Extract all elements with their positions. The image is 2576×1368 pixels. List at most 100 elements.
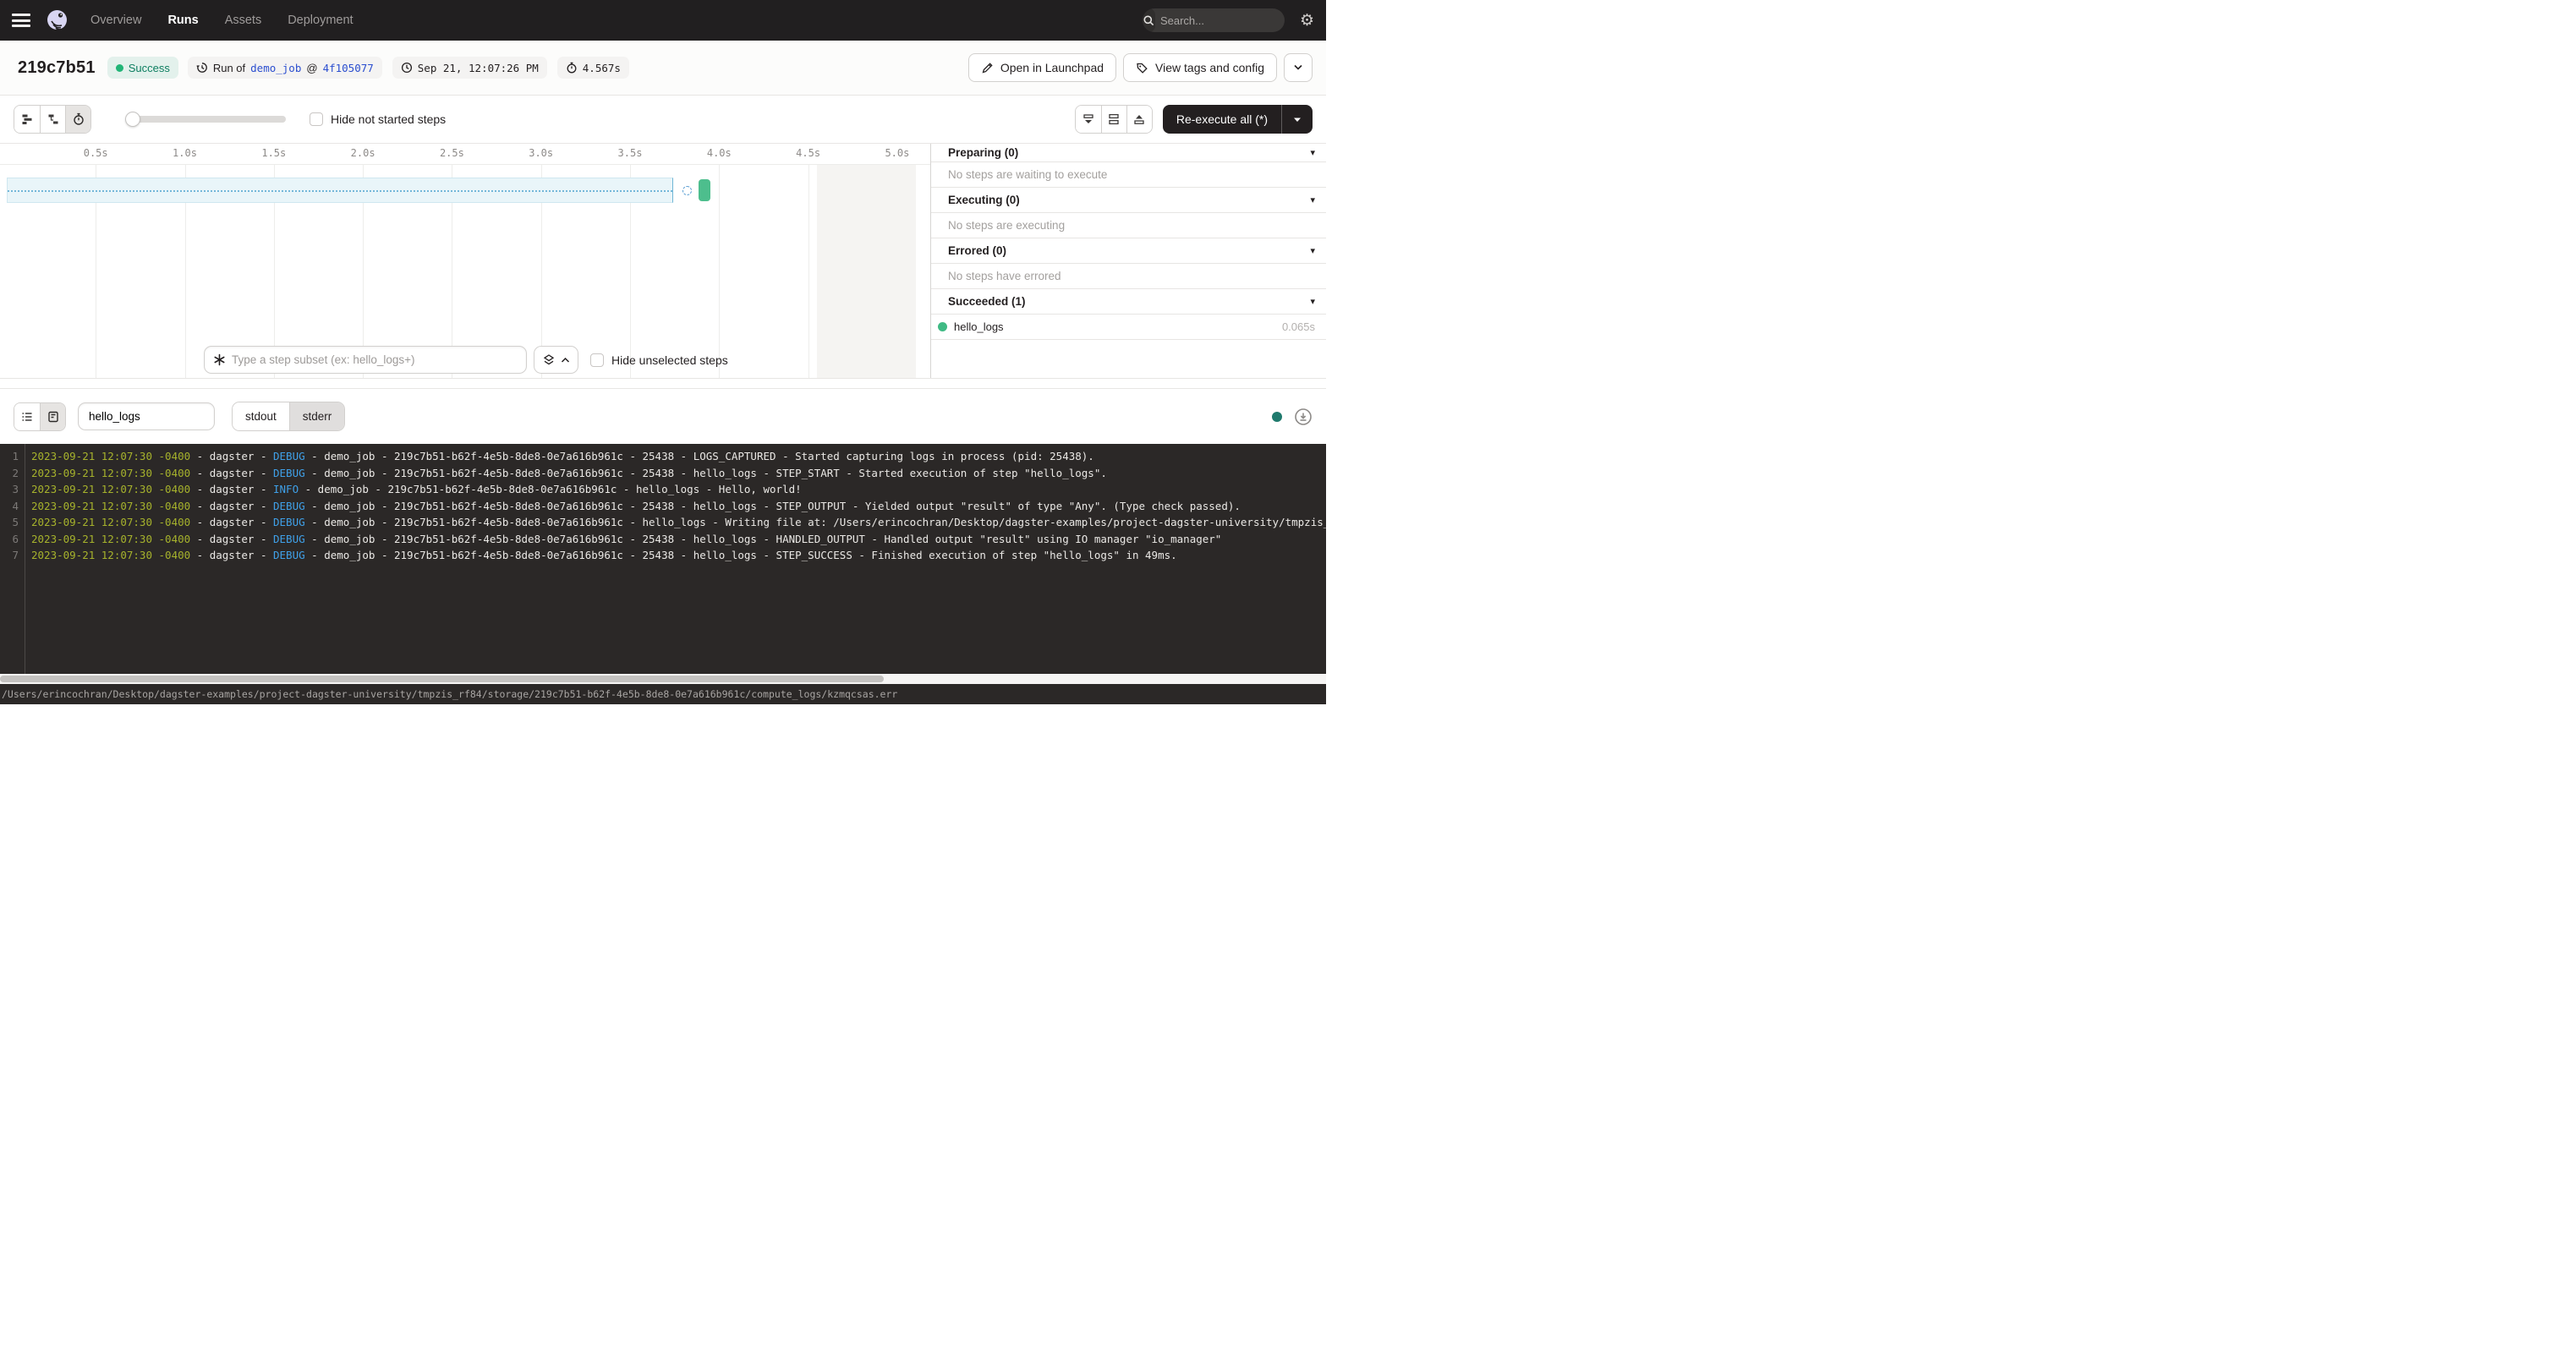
log-message: - demo_job - 219c7b51-b62f-4e5b-8de8-0e7… [299, 483, 802, 495]
flat-view-icon [20, 112, 34, 126]
hamburger-menu-icon[interactable] [12, 14, 30, 27]
slider-knob[interactable] [125, 112, 140, 127]
panel-section-title: Errored (0) [948, 244, 1006, 257]
log-separator: - dagster - [190, 500, 273, 512]
run-of-tag: Run of demo_job @ 4f105077 [188, 57, 382, 79]
gantt-timed-view-button[interactable] [65, 106, 90, 133]
panel-section-header[interactable]: Preparing (0)▾ [931, 144, 1326, 162]
log-line-text: 2023-09-21 12:07:30 -0400 - dagster - DE… [19, 547, 1177, 564]
log-message: - demo_job - 219c7b51-b62f-4e5b-8de8-0e7… [305, 549, 1177, 561]
log-level: DEBUG [273, 500, 305, 512]
run-header: 219c7b51 Success Run of demo_job @ 4f105… [0, 41, 1326, 96]
log-level: INFO [273, 483, 299, 495]
hide-not-started-checkbox-row[interactable]: Hide not started steps [310, 112, 446, 126]
expand-bottom-panel-button[interactable] [1126, 106, 1152, 133]
panel-section-header[interactable]: Errored (0) ▾ [931, 238, 1326, 264]
nav-item-runs[interactable]: Runs [167, 14, 198, 27]
caret-down-icon[interactable]: ▾ [1310, 296, 1315, 307]
panel-section-header[interactable]: Succeeded (1)▾ [931, 289, 1326, 315]
op-selector-icon [213, 353, 226, 366]
history-icon [196, 62, 208, 74]
log-line-number: 4 [0, 498, 19, 515]
download-log-button[interactable] [1294, 408, 1313, 426]
pencil-icon [981, 62, 994, 74]
dagster-logo-icon[interactable] [46, 9, 69, 32]
tab-stdout[interactable]: stdout [233, 402, 289, 430]
view-tags-config-button[interactable]: View tags and config [1123, 53, 1277, 82]
structured-log-view-button[interactable] [14, 403, 40, 430]
horizontal-scrollbar [0, 674, 1326, 684]
panel-section-header[interactable]: Executing (0)▾ [931, 188, 1326, 213]
log-message: - demo_job - 219c7b51-b62f-4e5b-8de8-0e7… [305, 467, 1107, 479]
top-nav: Overview Runs Assets Deployment / ⚙ [0, 0, 1326, 41]
log-line: 32023-09-21 12:07:30 -0400 - dagster - I… [0, 481, 1326, 498]
gantt-step-bar-hello-logs[interactable] [699, 179, 710, 201]
log-line-number: 3 [0, 481, 19, 498]
hide-not-started-checkbox[interactable] [310, 112, 323, 126]
step-success-dot-icon [938, 322, 947, 331]
at-symbol: @ [306, 62, 317, 74]
settings-gear-icon[interactable]: ⚙ [1300, 13, 1314, 29]
more-actions-button[interactable] [1284, 53, 1313, 82]
step-subset-input[interactable] [226, 353, 518, 366]
commit-link[interactable]: 4f105077 [323, 62, 374, 74]
horizontal-scrollbar-thumb[interactable] [0, 676, 884, 682]
stopwatch-icon [566, 62, 578, 74]
log-timestamp: 2023-09-21 12:07:30 -0400 [31, 500, 190, 512]
duration-value: 4.567s [583, 62, 621, 74]
log-line-number: 1 [0, 448, 19, 465]
step-status-panel: Preparing (0)▾No steps are waiting to ex… [930, 144, 1326, 378]
caret-down-icon[interactable]: ▾ [1310, 147, 1315, 158]
log-line: 4 2023-09-21 12:07:30 -0400 - dagster - D… [0, 498, 1326, 515]
nav-item-assets[interactable]: Assets [225, 14, 262, 27]
panel-empty-message: No steps have errored [931, 264, 1326, 289]
reexecute-options-button[interactable] [1282, 117, 1313, 123]
nav-item-overview[interactable]: Overview [90, 14, 141, 27]
raw-log-view-button[interactable] [40, 403, 65, 430]
split-panels-icon [1107, 112, 1121, 126]
panel-empty-message: No steps are executing [931, 213, 1326, 238]
hide-unselected-label: Hide unselected steps [611, 353, 728, 367]
gantt-time-axis: 0.5s1.0s1.5s2.0s2.5s3.0s3.5s4.0s4.5s5.0s [0, 144, 930, 165]
log-line-text: 2023-09-21 12:07:30 -0400 - dagster - IN… [19, 481, 802, 498]
nav-item-deployment[interactable]: Deployment [288, 14, 353, 27]
log-separator: - dagster - [190, 483, 273, 495]
waterfall-view-icon [47, 112, 60, 126]
axis-tick-label: 0.5s [84, 147, 108, 159]
gantt-dotted-line [8, 190, 672, 192]
clock-icon [401, 62, 413, 74]
search-input[interactable] [1155, 14, 1285, 27]
search-icon [1143, 8, 1155, 32]
list-view-icon [20, 410, 34, 424]
log-line: 52023-09-21 12:07:30 -0400 - dagster - D… [0, 514, 1326, 531]
caret-down-icon[interactable]: ▾ [1310, 245, 1315, 256]
job-name-link[interactable]: demo_job [250, 62, 301, 74]
collapse-bottom-panel-button[interactable] [1076, 106, 1101, 133]
hide-unselected-checkbox-row[interactable]: Hide unselected steps [590, 353, 728, 367]
log-line-number: 6 [0, 531, 19, 548]
caret-down-icon[interactable]: ▾ [1310, 194, 1315, 205]
open-in-launchpad-button[interactable]: Open in Launchpad [968, 53, 1116, 82]
split-panels-button[interactable] [1101, 106, 1126, 133]
panel-splitter-handle[interactable] [0, 379, 1326, 389]
tab-stderr[interactable]: stderr [289, 402, 345, 430]
gantt-flat-view-button[interactable] [14, 106, 40, 133]
gantt-end-strip [817, 165, 916, 378]
status-dot-icon [116, 64, 123, 72]
axis-tick-label: 3.5s [618, 147, 643, 159]
gantt-waterfall-view-button[interactable] [40, 106, 65, 133]
panel-step-row[interactable]: hello_logs0.065s [931, 315, 1326, 340]
log-line-number: 2 [0, 465, 19, 482]
step-name: hello_logs [954, 320, 1004, 333]
hide-unselected-checkbox[interactable] [590, 353, 604, 367]
log-step-filter-input[interactable] [78, 402, 215, 430]
gantt-toolbar: Hide not started steps Re-execute all (*… [0, 96, 1326, 144]
reexecute-all-button[interactable]: Re-execute all (*) [1163, 112, 1281, 126]
axis-tick-label: 3.0s [529, 147, 553, 159]
search-box[interactable]: / [1143, 8, 1285, 32]
tag-icon [1136, 62, 1148, 74]
run-of-label: Run of [213, 62, 245, 74]
log-line-text: 2023-09-21 12:07:30 -0400 - dagster - DE… [19, 514, 1326, 531]
graph-query-options-button[interactable] [534, 346, 578, 374]
slider-track[interactable] [125, 116, 286, 123]
